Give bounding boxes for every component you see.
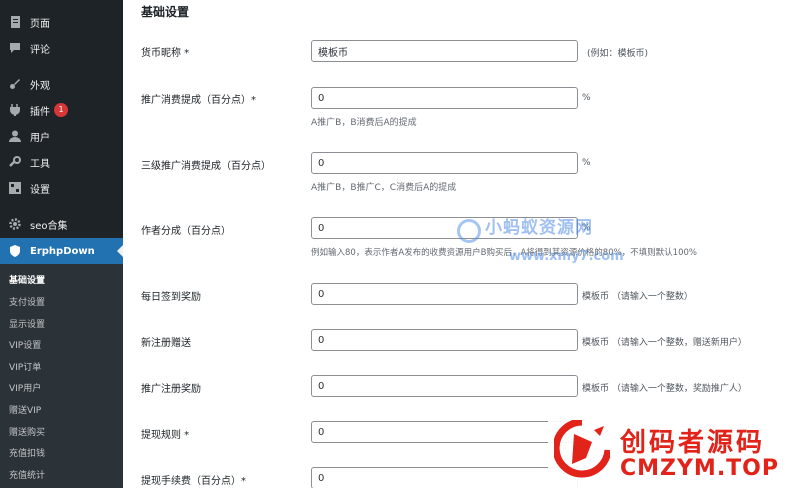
menu-label: 设置 [30, 184, 50, 196]
submenu-payment-settings[interactable]: 支付设置 [9, 295, 45, 308]
gear-icon [8, 217, 22, 231]
new-signup-gift-unit: 模板币 （请输入一个整数，赠送新用户） [582, 338, 747, 348]
watermark-logo-icon [457, 219, 481, 243]
watermark-logo-icon [554, 420, 610, 478]
currency-name-label: 货币昵称 * [141, 48, 190, 59]
referral-signup-reward-input[interactable] [311, 375, 578, 397]
referral-commission-hint: A推广B，B消费后A的提成 [311, 118, 417, 128]
update-count-badge: 1 [54, 103, 68, 117]
author-share-label: 作者分成（百分点） [141, 226, 231, 237]
comment-icon [8, 41, 22, 55]
menu-label: 外观 [30, 80, 50, 92]
currency-name-input[interactable] [311, 40, 578, 62]
menu-label: 评论 [30, 44, 50, 56]
menu-settings[interactable]: 设置 [0, 175, 123, 201]
menu-seo[interactable]: seo合集 [0, 211, 123, 237]
submenu-gift-purchase[interactable]: 赠送购买 [9, 425, 45, 438]
referral-commission-input[interactable] [311, 87, 578, 109]
withdraw-rule-input[interactable] [311, 421, 578, 443]
menu-label: 插件 [30, 106, 50, 118]
submenu-vip-orders[interactable]: VIP订单 [9, 360, 41, 373]
menu-plugins[interactable]: 插件 1 [0, 97, 123, 123]
referral-commission-label: 推广消费提成（百分点）* [141, 95, 256, 106]
watermark-brand-cn: 创码者源码 [620, 428, 766, 458]
new-signup-gift-label: 新注册赠送 [141, 338, 191, 349]
brush-icon [8, 77, 22, 91]
referral-signup-reward-unit: 模板币 （请输入一个整数，奖励推广人） [582, 384, 747, 394]
submenu-gift-vip[interactable]: 赠送VIP [9, 403, 41, 416]
percent-suffix: % [582, 158, 591, 168]
submenu-recharge-deduct[interactable]: 充值扣钱 [9, 446, 45, 459]
submenu-vip-settings[interactable]: VIP设置 [9, 338, 41, 351]
corner-watermark: 创码者源码 CMZYM.TOP [548, 412, 800, 488]
menu-label: seo合集 [30, 220, 68, 232]
admin-sidebar: 页面 评论 外观 插件 1 用户 工具 设置 seo合集 ErphpDown 基… [0, 0, 123, 488]
watermark-text: 小蚂蚁资源网 [485, 218, 593, 238]
tier3-commission-label: 三级推广消费提成（百分点） [141, 161, 271, 172]
referral-signup-reward-label: 推广注册奖励 [141, 384, 201, 395]
daily-checkin-label: 每日签到奖励 [141, 292, 201, 303]
submenu-recharge-stats[interactable]: 充值统计 [9, 468, 45, 481]
user-icon [8, 129, 22, 143]
submenu-display-settings[interactable]: 显示设置 [9, 317, 45, 330]
submenu-basic-settings[interactable]: 基础设置 [9, 273, 45, 286]
menu-users[interactable]: 用户 [0, 123, 123, 149]
withdraw-fee-input[interactable] [311, 467, 578, 488]
settings-icon [8, 181, 22, 195]
menu-label: 页面 [30, 18, 50, 30]
center-watermark: 小蚂蚁资源网 www.xmy7.com [445, 213, 625, 269]
percent-suffix: % [582, 93, 591, 103]
menu-label: 工具 [30, 158, 50, 170]
watermark-url: www.xmy7.com [509, 249, 624, 264]
menu-appearance[interactable]: 外观 [0, 71, 123, 97]
menu-tools[interactable]: 工具 [0, 149, 123, 175]
page-title: 基础设置 [141, 5, 190, 19]
menu-comments[interactable]: 评论 [0, 35, 123, 61]
erphpdown-submenu: 基础设置 支付设置 显示设置 VIP设置 VIP订单 VIP用户 赠送VIP 赠… [0, 264, 123, 488]
watermark-brand-en: CMZYM.TOP [620, 456, 780, 481]
plugin-icon [8, 103, 22, 117]
tier3-commission-hint: A推广B，B推广C，C消费后A的提成 [311, 183, 457, 193]
daily-checkin-input[interactable] [311, 283, 578, 305]
page-icon [8, 15, 22, 29]
submenu-vip-users[interactable]: VIP用户 [9, 381, 41, 394]
wrench-icon [8, 155, 22, 169]
withdraw-rule-label: 提现规则 * [141, 430, 190, 441]
currency-name-example: (例如：模板币) [587, 49, 649, 59]
new-signup-gift-input[interactable] [311, 329, 578, 351]
withdraw-fee-label: 提现手续费（百分点）* [141, 476, 246, 487]
menu-label: ErphpDown [30, 245, 95, 257]
daily-checkin-unit: 模板币 （请输入一个整数） [582, 292, 693, 302]
shield-icon [8, 244, 22, 258]
menu-erphpdown[interactable]: ErphpDown [0, 238, 123, 264]
menu-label: 用户 [30, 132, 50, 144]
tier3-commission-input[interactable] [311, 152, 578, 174]
menu-pages[interactable]: 页面 [0, 9, 123, 35]
